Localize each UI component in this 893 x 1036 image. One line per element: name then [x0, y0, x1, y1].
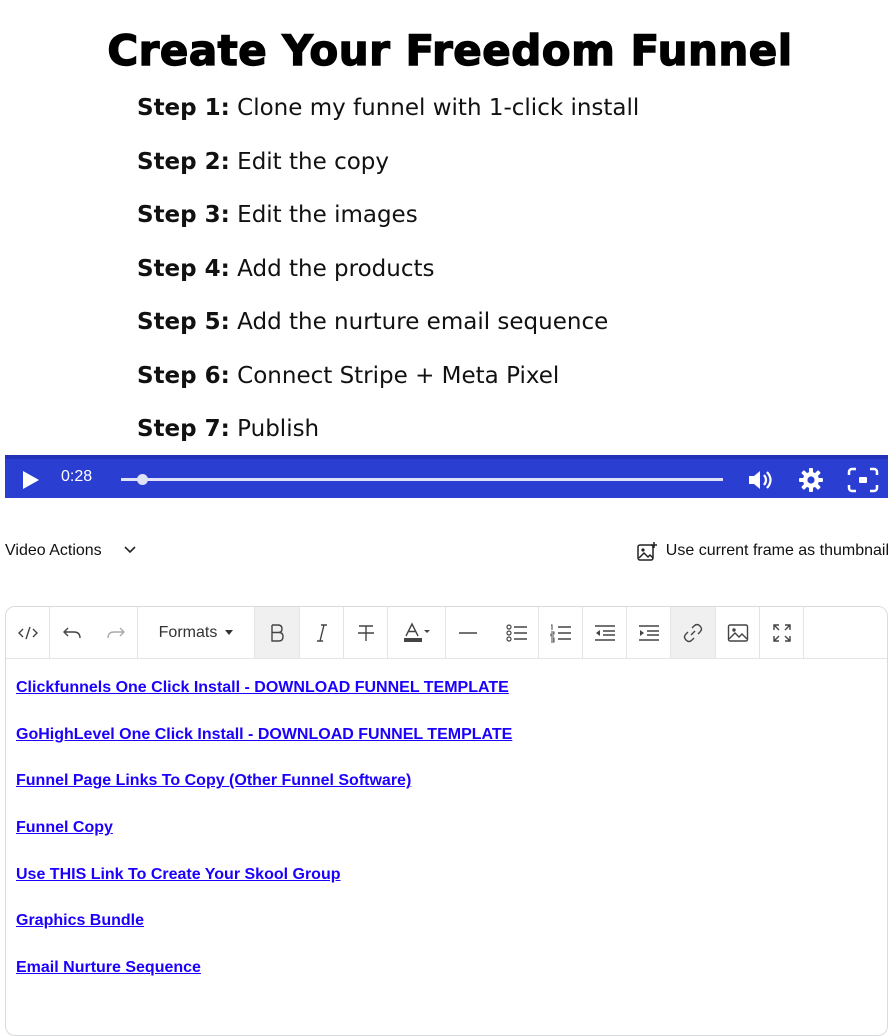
link-funnel-copy[interactable]: Funnel Copy	[16, 819, 113, 836]
list-item: Clickfunnels One Click Install - DOWNLOA…	[16, 679, 512, 726]
code-icon	[17, 626, 38, 639]
strikethrough-button[interactable]	[344, 607, 388, 658]
redo-icon	[106, 627, 125, 638]
outdent-icon	[594, 624, 615, 641]
play-icon[interactable]	[23, 471, 39, 489]
indent-icon	[638, 624, 659, 641]
editor-fullscreen-button[interactable]	[760, 607, 804, 658]
link-graphics-bundle[interactable]: Graphics Bundle	[16, 912, 144, 929]
step-item: Step 1: Clone my funnel with 1-click ins…	[137, 91, 639, 145]
list-item: Email Nurture Sequence	[16, 959, 512, 1006]
editor-toolbar: Formats	[6, 607, 887, 659]
horizontal-rule-icon	[459, 631, 477, 634]
link-email-nurture[interactable]: Email Nurture Sequence	[16, 959, 201, 976]
horizontal-rule-button[interactable]	[446, 607, 490, 658]
strikethrough-icon	[357, 624, 374, 641]
text-color-icon	[403, 621, 430, 642]
step-label: Step 7:	[137, 416, 230, 442]
step-label: Step 6:	[137, 362, 230, 389]
step-label: Step 1:	[137, 95, 230, 121]
step-item: Step 3: Edit the images	[137, 198, 639, 252]
step-label: Step 5:	[137, 309, 230, 335]
step-text: Connect Stripe + Meta Pixel	[237, 362, 560, 389]
redo-button[interactable]	[94, 607, 138, 658]
bold-icon	[271, 623, 284, 642]
formats-label: Formats	[158, 623, 218, 641]
editor-content[interactable]: Clickfunnels One Click Install - DOWNLOA…	[16, 679, 512, 1006]
step-text: Edit the copy	[237, 148, 389, 175]
video-frame[interactable]: Create Your Freedom Funnel Step 1: Clone…	[5, 0, 888, 455]
link-button[interactable]	[671, 607, 716, 658]
step-text: Edit the images	[237, 202, 418, 228]
step-item: Step 4: Add the products	[137, 252, 639, 306]
image-icon	[727, 623, 748, 642]
chevron-down-icon[interactable]	[124, 545, 136, 555]
step-label: Step 3:	[137, 202, 230, 228]
link-funnel-page-links[interactable]: Funnel Page Links To Copy (Other Funnel …	[16, 772, 411, 789]
use-frame-thumbnail-label: Use current frame as thumbnail	[665, 542, 889, 559]
numbered-list-icon	[550, 624, 571, 642]
link-skool-group[interactable]: Use THIS Link To Create Your Skool Group	[16, 866, 341, 883]
italic-button[interactable]	[300, 607, 344, 658]
progress-handle[interactable]	[137, 474, 149, 485]
step-item: Step 5: Add the nurture email sequence	[137, 305, 639, 359]
step-item: Step 2: Edit the copy	[137, 145, 639, 199]
steps-list: Step 1: Clone my funnel with 1-click ins…	[137, 91, 639, 466]
settings-gear-icon[interactable]	[796, 465, 826, 495]
step-text: Add the nurture email sequence	[237, 309, 609, 335]
list-item: Funnel Copy	[16, 819, 512, 866]
formats-dropdown[interactable]: Formats	[138, 607, 255, 658]
text-color-button[interactable]	[388, 607, 446, 658]
numbered-list-button[interactable]	[539, 607, 583, 658]
video-actions-dropdown[interactable]: Video Actions	[5, 542, 102, 560]
step-label: Step 2:	[137, 148, 230, 175]
player-controls: 0:28	[5, 455, 888, 498]
step-item: Step 6: Connect Stripe + Meta Pixel	[137, 359, 639, 413]
fullscreen-icon	[772, 623, 791, 642]
progress-track[interactable]	[121, 474, 723, 485]
slide-title: Create Your Freedom Funnel	[107, 25, 793, 75]
indent-button[interactable]	[627, 607, 671, 658]
undo-button[interactable]	[50, 607, 94, 658]
bold-button[interactable]	[255, 607, 300, 658]
current-time: 0:28	[61, 468, 93, 485]
list-item: Graphics Bundle	[16, 912, 512, 959]
list-item: GoHighLevel One Click Install - DOWNLOAD…	[16, 726, 512, 773]
undo-icon	[63, 627, 81, 638]
italic-icon	[316, 623, 327, 642]
link-clickfunnels-install[interactable]: Clickfunnels One Click Install - DOWNLOA…	[16, 679, 509, 696]
bullet-list-icon	[505, 623, 527, 642]
volume-icon[interactable]	[745, 465, 775, 495]
use-frame-thumbnail-button[interactable]: Use current frame as thumbnail	[636, 542, 889, 561]
link-gohighlevel-install[interactable]: GoHighLevel One Click Install - DOWNLOAD…	[16, 726, 512, 743]
insert-image-button[interactable]	[716, 607, 760, 658]
step-text: Publish	[237, 416, 320, 442]
step-text: Clone my funnel with 1-click install	[237, 95, 640, 121]
list-item: Use THIS Link To Create Your Skool Group	[16, 866, 512, 913]
step-text: Add the products	[237, 255, 435, 282]
step-label: Step 4:	[137, 255, 230, 282]
image-add-icon	[637, 542, 657, 561]
code-view-button[interactable]	[6, 607, 50, 658]
rich-text-editor: Formats Clickfunnels One Click Install -…	[5, 606, 888, 1036]
list-item: Funnel Page Links To Copy (Other Funnel …	[16, 772, 512, 819]
video-actions-row: Video Actions Use current frame as thumb…	[0, 538, 893, 566]
fullscreen-icon[interactable]	[846, 465, 880, 495]
caret-down-icon	[225, 630, 234, 635]
link-icon	[683, 623, 703, 642]
outdent-button[interactable]	[583, 607, 627, 658]
bullet-list-button[interactable]	[495, 607, 539, 658]
